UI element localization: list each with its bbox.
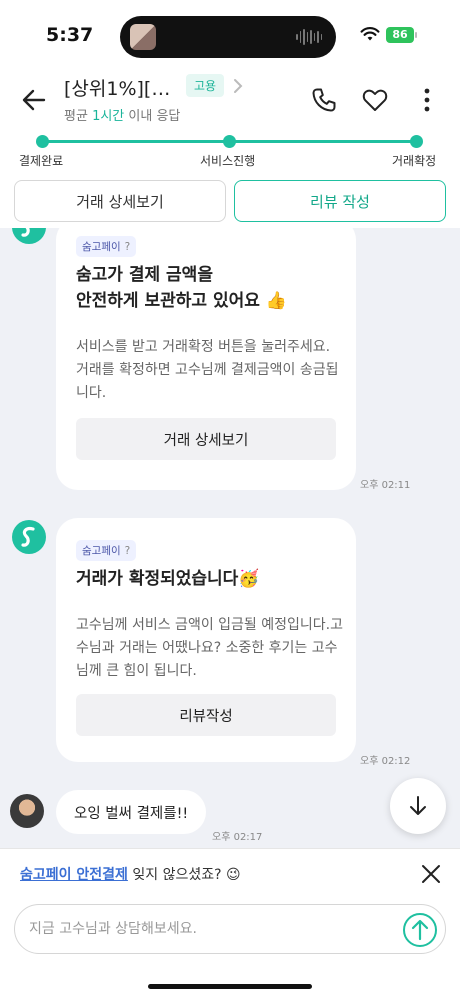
message-body: 서비스를 받고 거래확정 버튼을 눌러주세요. 거래를 확정하면 고수님께 결제… [76,339,339,401]
banner-rest-text: 잊지 않으셨죠? 😉 [127,867,241,883]
message-title: 거래가 확정되었습니다🥳 [76,569,260,589]
phone-icon[interactable] [310,86,338,114]
help-icon[interactable]: ? [125,545,131,557]
page-title[interactable]: [상위1%][… [64,74,170,101]
help-icon[interactable]: ? [125,241,131,253]
home-indicator [148,984,312,989]
soomgo-bot-avatar [12,228,46,244]
subtitle-accent: 1시간 [92,109,125,124]
close-icon[interactable] [420,863,442,885]
chat-header: [상위1%][… 고용 평균 1시간 이내 응답 [0,72,460,130]
user-message-text: 오잉 벌써 결제를!! [74,806,189,822]
message-timestamp: 오후 02:12 [360,756,411,767]
step-label-in-progress: 서비스진행 [200,154,256,168]
transaction-details-button[interactable]: 거래 상세보기 [14,180,226,222]
step-label-confirmed: 거래확정 [392,154,437,168]
subtitle-prefix: 평균 [64,109,93,124]
write-review-button[interactable]: 리뷰 작성 [234,180,446,222]
user-message-bubble: 오잉 벌써 결제를!! [56,790,206,834]
message-bubble-1: 숨고페이? 숨고가 결제 금액을안전하게 보관하고 있어요 👍 서비스를 받고 … [56,228,356,490]
soomgo-pay-tag: 숨고페이? [76,540,137,561]
soomgo-logo-icon [21,228,30,237]
heart-icon[interactable] [361,86,389,114]
message-body: 고수님께 서비스 금액이 입금될 예정입니다.고수님과 거래는 어땠나요? 소중… [76,617,343,679]
more-vertical-icon[interactable] [413,86,441,114]
message-title-line-1: 숨고가 결제 금액을 [76,265,213,285]
subtitle-suffix: 이내 응답 [124,109,181,124]
status-bar: 5:37 86 [0,0,460,72]
progress-dot-3 [410,135,423,148]
soomgo-pay-tag: 숨고페이? [76,236,137,257]
banner-text: 숨고페이 안전결제 잊지 않으셨죠? 😉 [20,864,241,884]
message-timestamp: 오후 02:17 [212,832,263,843]
write-review-chat-button[interactable]: 리뷰작성 [76,694,336,736]
scroll-to-bottom-button[interactable] [390,778,446,834]
back-arrow-icon[interactable] [20,86,48,114]
battery-indicator: 86 [386,27,414,43]
action-bar: 거래 상세보기 리뷰 작성 [0,176,460,228]
chevron-right-icon[interactable] [232,78,244,94]
transaction-progress: 결제완료 서비스진행 거래확정 [0,130,460,176]
status-time: 5:37 [46,24,94,46]
step-label-paid: 결제완료 [19,154,64,168]
transaction-details-chat-button[interactable]: 거래 상세보기 [76,418,336,460]
arrow-down-icon [410,796,426,815]
battery-tip [415,32,417,38]
message-title-line-2: 안전하게 보관하고 있어요 👍 [76,291,287,311]
safe-payment-banner: 숨고페이 안전결제 잊지 않으셨죠? 😉 [0,848,460,898]
message-composer [0,898,460,1000]
progress-dot-1 [36,135,49,148]
message-bubble-2: 숨고페이? 거래가 확정되었습니다🥳 고수님께 서비스 금액이 입금될 예정입니… [56,518,356,762]
tag-label: 숨고페이 [82,545,121,557]
chat-area[interactable]: 숨고페이? 숨고가 결제 금액을안전하게 보관하고 있어요 👍 서비스를 받고 … [0,228,460,848]
user-avatar[interactable] [10,794,44,828]
now-playing-thumbnail [130,24,156,50]
soomgo-bot-avatar [12,520,46,554]
tag-label: 숨고페이 [82,241,121,253]
send-icon[interactable] [402,912,438,948]
safe-payment-link[interactable]: 숨고페이 안전결제 [20,867,128,883]
message-input[interactable] [14,904,446,954]
progress-dot-2 [223,135,236,148]
wifi-icon [360,27,380,41]
response-time-text: 평균 1시간 이내 응답 [64,105,180,124]
dynamic-island [120,16,336,58]
hire-badge: 고용 [186,74,225,97]
audio-wave-icon [296,28,322,46]
message-timestamp: 오후 02:11 [360,480,411,491]
soomgo-logo-icon [21,526,35,547]
message-title: 숨고가 결제 금액을안전하게 보관하고 있어요 👍 [76,262,287,314]
